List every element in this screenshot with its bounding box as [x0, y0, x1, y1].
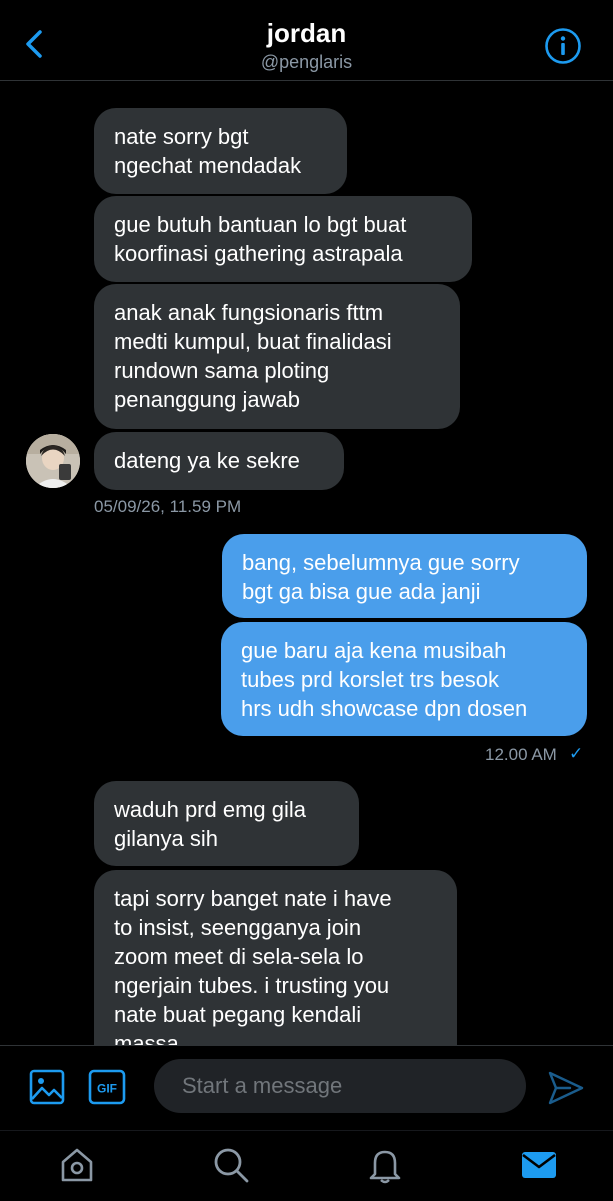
- incoming-message[interactable]: tapi sorry banget nate i have to insist,…: [94, 870, 457, 1070]
- home-icon[interactable]: [58, 1146, 96, 1184]
- gif-label: GIF: [97, 1082, 117, 1096]
- incoming-message[interactable]: waduh prd emg gila gilanya sih: [94, 781, 359, 866]
- contact-avatar[interactable]: [26, 434, 80, 488]
- incoming-message[interactable]: anak anak fungsionaris fttm medti kumpul…: [94, 284, 460, 429]
- mail-icon[interactable]: [520, 1146, 558, 1184]
- avatar-photo-icon: [26, 434, 80, 488]
- search-icon[interactable]: [212, 1146, 250, 1184]
- message-timestamp: 05/09/26, 11.59 PM: [94, 497, 242, 516]
- outgoing-message[interactable]: gue baru aja kena musibah tubes prd kors…: [221, 622, 587, 736]
- contact-name[interactable]: jordan: [0, 18, 613, 49]
- message-timestamp: 12.00 AM: [485, 745, 557, 764]
- outgoing-message[interactable]: bang, sebelumnya gue sorry bgt ga bisa g…: [222, 534, 587, 618]
- gif-button[interactable]: GIF: [88, 1068, 126, 1106]
- incoming-message[interactable]: nate sorry bgt ngechat mendadak: [94, 108, 347, 194]
- gif-icon: GIF: [88, 1069, 126, 1105]
- incoming-message[interactable]: dateng ya ke sekre: [94, 432, 344, 490]
- image-icon[interactable]: [28, 1068, 66, 1106]
- info-icon[interactable]: [544, 27, 582, 65]
- message-input[interactable]: [154, 1059, 526, 1113]
- read-check-icon: ✓: [569, 744, 584, 763]
- send-icon[interactable]: [546, 1068, 586, 1108]
- conversation-header: jordan @penglaris: [0, 0, 613, 81]
- contact-handle: @penglaris: [260, 52, 353, 72]
- bell-icon[interactable]: [366, 1146, 404, 1184]
- incoming-message[interactable]: gue butuh bantuan lo bgt buat koorfinasi…: [94, 196, 472, 282]
